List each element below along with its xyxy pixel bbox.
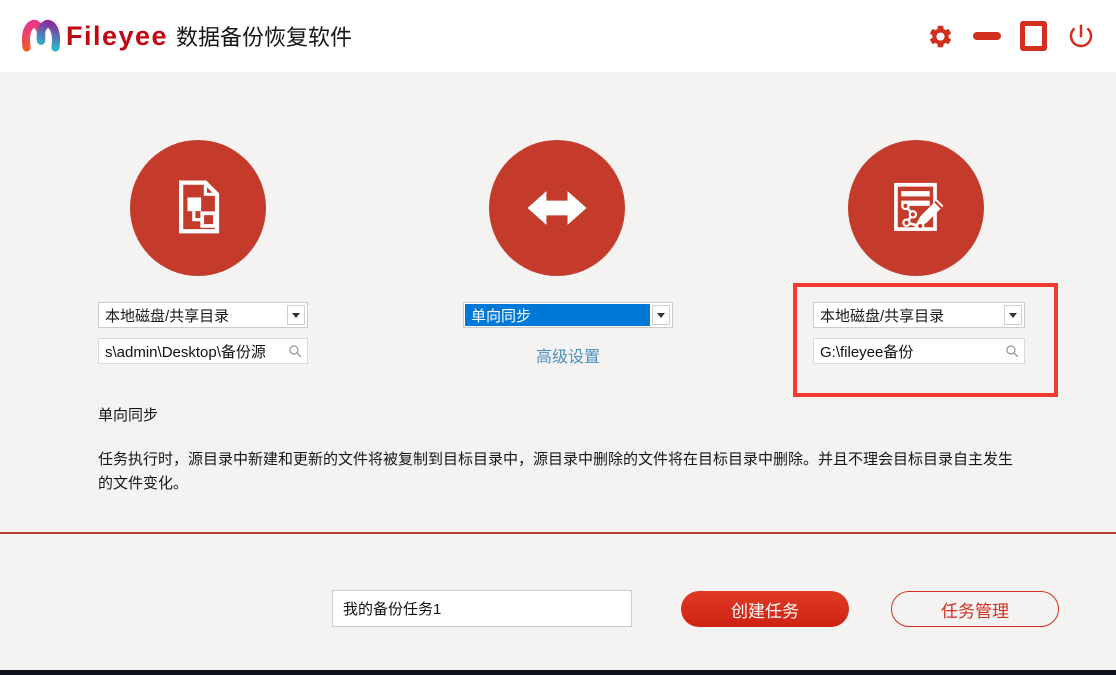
sync-circle: [489, 140, 625, 276]
edit-target-icon: [894, 182, 944, 231]
mode-heading: 单向同步: [98, 407, 159, 424]
search-icon[interactable]: [288, 344, 302, 358]
brand-name: Fileyee: [66, 20, 169, 51]
search-icon[interactable]: [1005, 344, 1019, 358]
source-path-box: [98, 338, 308, 364]
source-path-input[interactable]: [99, 339, 307, 363]
section-divider: [0, 532, 1116, 534]
target-path-input[interactable]: [814, 339, 1024, 363]
title-bar: Fileyee 数据备份恢复软件: [0, 0, 1116, 72]
fileyee-app-window: Fileyee 数据备份恢复软件 本地磁盘/共享目录 单向同步 本地磁盘/共享目…: [0, 0, 1116, 675]
maximize-icon[interactable]: [1020, 21, 1047, 51]
fileyee-logo-icon: [21, 19, 61, 52]
app-title: 数据备份恢复软件: [176, 25, 353, 50]
source-type-value: 本地磁盘/共享目录: [105, 307, 230, 325]
target-type-dropdown[interactable]: 本地磁盘/共享目录: [813, 302, 1025, 328]
task-name-input[interactable]: [333, 591, 631, 626]
source-document-icon: [179, 180, 220, 234]
settings-gear-icon[interactable]: [927, 23, 954, 50]
task-manager-button[interactable]: 任务管理: [891, 591, 1059, 627]
chevron-down-icon[interactable]: [1004, 305, 1022, 325]
target-path-box: [813, 338, 1025, 364]
source-circle: [130, 140, 266, 276]
minimize-icon[interactable]: [973, 32, 1001, 40]
power-close-icon[interactable]: [1066, 21, 1096, 51]
target-circle: [848, 140, 984, 276]
source-type-dropdown[interactable]: 本地磁盘/共享目录: [98, 302, 308, 328]
task-name-box: [332, 590, 632, 627]
bottom-edge-strip: [0, 670, 1116, 675]
target-type-value: 本地磁盘/共享目录: [820, 307, 945, 325]
chevron-down-icon[interactable]: [287, 305, 305, 325]
advanced-settings-link[interactable]: 高级设置: [463, 343, 673, 367]
two-way-arrow-icon: [527, 191, 587, 225]
chevron-down-icon[interactable]: [652, 305, 670, 325]
sync-mode-dropdown[interactable]: 单向同步: [463, 302, 673, 328]
sync-mode-value: 单向同步: [465, 304, 650, 326]
mode-description: 任务执行时，源目录中新建和更新的文件将被复制到目标目录中，源目录中删除的文件将在…: [98, 451, 1014, 492]
window-controls: [927, 0, 1096, 72]
create-task-button[interactable]: 创建任务: [681, 591, 849, 627]
